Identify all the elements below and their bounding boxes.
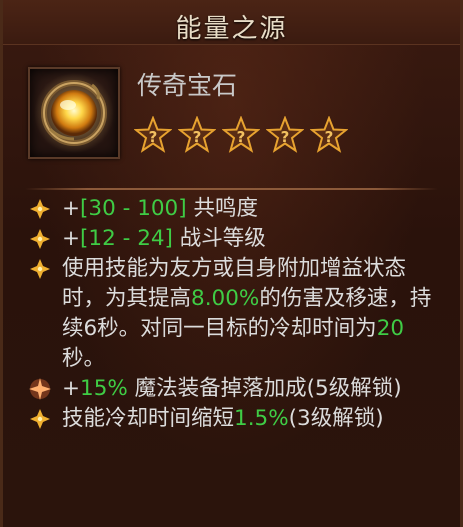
locked-star-icon: ? <box>178 116 216 153</box>
diamond-bullet-icon <box>30 259 50 279</box>
star-label: ? <box>237 128 246 146</box>
diamond-bullet-icon <box>30 229 50 249</box>
star-rating: ????? <box>134 116 348 154</box>
property-text: (3级解锁) <box>288 406 384 431</box>
property-value: 15% <box>80 376 128 401</box>
property-line: +[30 - 100] 共鸣度 <box>29 194 446 224</box>
title-bar: 能量之源 <box>3 0 460 45</box>
property-text: 魔法装备掉落加成(5级解锁) <box>127 376 402 401</box>
property-text: + <box>62 226 81 251</box>
property-value: [30 - 100] <box>80 196 187 221</box>
property-text: + <box>62 196 81 221</box>
property-value: 1.5% <box>234 406 289 431</box>
star-label: ? <box>149 128 158 146</box>
burst-bullet-icon <box>29 378 51 400</box>
item-title: 能量之源 <box>175 14 288 44</box>
property-line: 使用技能为友方或自身附加增益状态时，为其提高8.00%的伤害及移速，持续6秒。对… <box>29 254 446 374</box>
property-value: [12 - 24] <box>80 226 173 251</box>
legendary-gem-icon <box>34 73 114 153</box>
star-label: ? <box>193 128 202 146</box>
property-line: +[12 - 24] 战斗等级 <box>29 224 446 254</box>
locked-star-icon: ? <box>134 116 172 153</box>
star-label: ? <box>281 128 290 146</box>
divider <box>25 188 438 190</box>
item-type-label: 传奇宝石 <box>137 71 238 100</box>
property-text: 共鸣度 <box>186 196 258 221</box>
property-line: +15% 魔法装备掉落加成(5级解锁) <box>29 374 446 404</box>
property-text: 秒。 <box>62 346 106 371</box>
diamond-bullet-icon <box>30 409 50 429</box>
locked-star-icon: ? <box>266 116 304 153</box>
locked-star-icon: ? <box>310 116 348 153</box>
property-value: 20 <box>376 316 405 341</box>
property-text: 技能冷却时间缩短 <box>62 406 235 431</box>
item-icon-frame[interactable] <box>28 67 120 159</box>
star-label: ? <box>325 128 334 146</box>
property-list: +[30 - 100] 共鸣度 +[12 - 24] 战斗等级 使用技能为友方或自身… <box>29 194 446 434</box>
locked-star-icon: ? <box>222 116 260 153</box>
diamond-bullet-icon <box>30 199 50 219</box>
property-line: 技能冷却时间缩短1.5%(3级解锁) <box>29 404 446 434</box>
property-text: 战斗等级 <box>172 226 266 251</box>
property-text: + <box>62 376 81 401</box>
gem-tooltip: 能量之源 传奇宝石 ? ? ? ? ? +[30 - 100] 共鸣度 +[12… <box>0 0 463 527</box>
property-value: 8.00% <box>191 286 260 311</box>
